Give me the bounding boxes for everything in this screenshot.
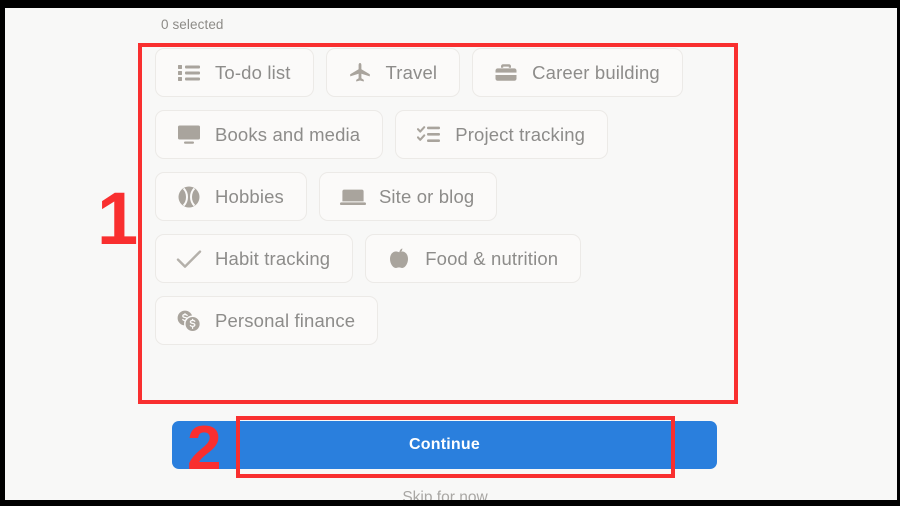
chip-row: Books and media Project tracking: [155, 110, 735, 159]
apple-icon: [386, 246, 412, 272]
annotation-number-1: 1: [97, 177, 139, 260]
selected-count-label: 0 selected: [161, 17, 224, 32]
monitor-icon: [176, 122, 202, 148]
onboarding-page: 0 selected To-do list Travel Career buil…: [5, 8, 897, 500]
list-icon: [176, 60, 202, 86]
coins-icon: [176, 308, 202, 334]
chip-personal-finance[interactable]: Personal finance: [155, 296, 379, 345]
chip-label: Site or blog: [378, 185, 475, 207]
chip-label: Personal finance: [215, 309, 356, 331]
chip-row: Personal finance: [155, 296, 735, 345]
chip-books-and-media[interactable]: Books and media: [155, 110, 384, 159]
chip-career-building[interactable]: Career building: [472, 48, 683, 97]
chip-row: Habit tracking Food & nutrition: [155, 234, 735, 283]
chip-label: Food & nutrition: [425, 247, 559, 269]
chip-label: Travel: [385, 61, 438, 83]
skip-for-now-label: Skip for now: [402, 489, 488, 500]
chip-row: To-do list Travel Career building: [155, 48, 735, 97]
chip-food-and-nutrition[interactable]: Food & nutrition: [365, 234, 582, 283]
screenshot-frame: 0 selected To-do list Travel Career buil…: [0, 0, 900, 506]
chip-row: Hobbies Site or blog: [155, 172, 735, 221]
baseball-icon: [176, 184, 202, 210]
continue-button[interactable]: Continue: [172, 421, 717, 469]
chip-project-tracking[interactable]: Project tracking: [395, 110, 609, 159]
checklist-icon: [416, 122, 442, 148]
chip-label: Habit tracking: [215, 247, 331, 269]
chip-habit-tracking[interactable]: Habit tracking: [155, 234, 354, 283]
chip-label: Career building: [532, 61, 660, 83]
chip-label: Hobbies: [215, 185, 284, 207]
chip-label: Books and media: [215, 123, 361, 145]
interest-chip-group: To-do list Travel Career building Books …: [155, 48, 735, 358]
skip-for-now-link[interactable]: Skip for now: [5, 489, 897, 500]
chip-hobbies[interactable]: Hobbies: [155, 172, 307, 221]
chip-travel[interactable]: Travel: [325, 48, 461, 97]
chip-label: To-do list: [215, 61, 291, 83]
chip-site-or-blog[interactable]: Site or blog: [318, 172, 498, 221]
airplane-icon: [347, 60, 373, 86]
briefcase-icon: [493, 60, 519, 86]
chip-label: Project tracking: [455, 123, 586, 145]
chip-to-do-list[interactable]: To-do list: [155, 48, 314, 97]
checkmark-icon: [176, 246, 202, 272]
laptop-icon: [339, 184, 366, 210]
